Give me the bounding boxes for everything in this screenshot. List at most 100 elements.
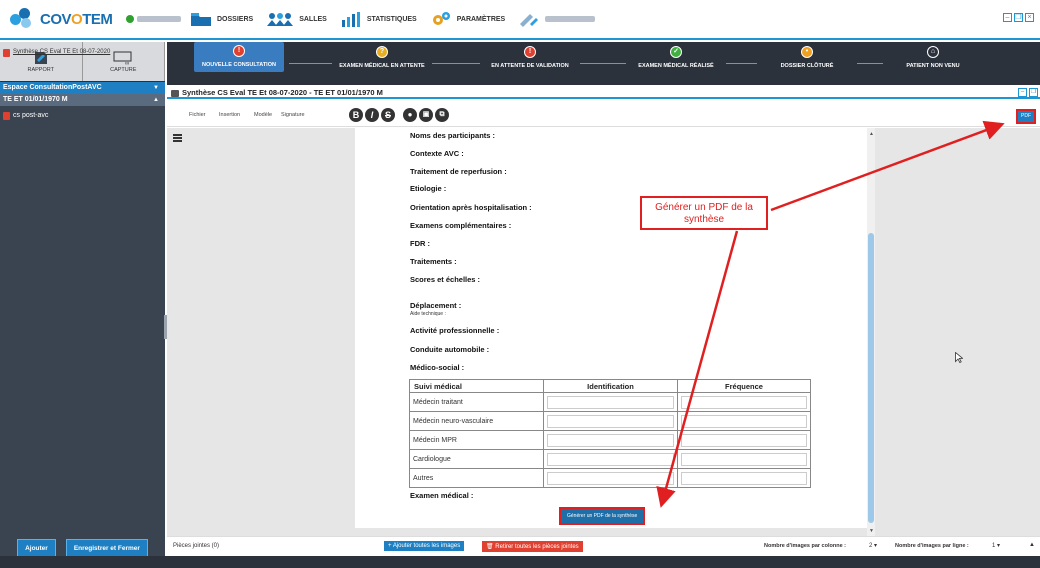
- form-field-label: Activité professionnelle :: [410, 326, 500, 335]
- frequence-input[interactable]: [681, 471, 807, 485]
- table-header: Identification: [543, 379, 678, 393]
- menu-redacted[interactable]: [518, 11, 596, 27]
- tools-icon: [518, 11, 540, 27]
- vertical-scrollbar[interactable]: ▲ ▼: [867, 128, 875, 536]
- table-cell: [543, 430, 678, 450]
- menu-parametres[interactable]: PARAMÈTRES: [430, 11, 505, 27]
- identification-input[interactable]: [547, 395, 674, 409]
- menu-dossiers[interactable]: DOSSIERS: [190, 11, 253, 27]
- caret-down-icon: ▼: [153, 85, 159, 91]
- status-icon: !: [524, 46, 536, 58]
- identification-input[interactable]: [547, 471, 674, 485]
- editor-content-area: Aide technique : Suivi médical Identific…: [167, 128, 1040, 536]
- document-page[interactable]: Aide technique : Suivi médical Identific…: [355, 128, 867, 528]
- italic-button[interactable]: I: [365, 108, 379, 122]
- strikethrough-button[interactable]: S: [381, 108, 395, 122]
- identification-input[interactable]: [547, 414, 674, 428]
- workflow-step-label: PATIENT NON VENU: [906, 63, 960, 69]
- copy-icon[interactable]: ⧉: [435, 108, 449, 122]
- form-field-label: Orientation après hospitalisation :: [410, 203, 532, 212]
- frequence-input[interactable]: [681, 414, 807, 428]
- table-row: Cardiologue: [409, 449, 811, 469]
- logo-text: COVOTEM: [40, 10, 113, 28]
- section-espace-consultation[interactable]: Espace ConsultationPostAVC ▼: [0, 82, 165, 94]
- form-field-label: Etiologie :: [410, 184, 447, 193]
- table-cell-role: Médecin MPR: [409, 430, 544, 450]
- gears-icon: [430, 11, 452, 27]
- identification-input[interactable]: [547, 452, 674, 466]
- workflow-step[interactable]: ? EXAMEN MÉDICAL EN ATTENTE: [337, 46, 427, 69]
- table-row: Médecin traitant: [409, 392, 811, 412]
- menu-statistiques[interactable]: STATISTIQUES: [340, 11, 417, 27]
- deplacement-subfield: Aide technique :: [410, 311, 446, 317]
- restore-icon[interactable]: ❐: [1014, 13, 1023, 22]
- form-field-label: Noms des participants :: [410, 131, 496, 140]
- workflow-step[interactable]: ! EN ATTENTE DE VALIDATION: [485, 46, 575, 69]
- document-item[interactable]: cs post-avc: [3, 110, 165, 121]
- workflow-step[interactable]: ! NOUVELLE CONSULTATION: [194, 42, 284, 72]
- scroll-down-icon[interactable]: ▼: [869, 528, 874, 534]
- table-cell-role: Médecin neuro-vasculaire: [409, 411, 544, 431]
- workflow-step-label: EXAMEN MÉDICAL EN ATTENTE: [339, 63, 425, 69]
- scroll-up-icon[interactable]: ▲: [869, 131, 874, 137]
- app-window: COVOTEM DOSSIERS SALLES STATISTIQUES PAR…: [0, 0, 1040, 568]
- hamburger-menu-icon[interactable]: [173, 134, 182, 142]
- top-navigation-bar: COVOTEM DOSSIERS SALLES STATISTIQUES PAR…: [0, 0, 1040, 40]
- pdf-button[interactable]: PDF: [1016, 109, 1036, 124]
- form-field-label: Examens complémentaires :: [410, 221, 512, 230]
- close-icon[interactable]: ×: [1025, 13, 1034, 22]
- section-patient[interactable]: TE ET 01/01/1970 M ▲: [0, 94, 165, 106]
- tab-insertion[interactable]: Insertion: [219, 112, 240, 118]
- menu-label-redacted: [545, 16, 596, 22]
- tab-signature[interactable]: Signature: [281, 112, 305, 118]
- workflow-step[interactable]: ✓ EXAMEN MÉDICAL RÉALISÉ: [631, 46, 721, 69]
- table-cell: [543, 411, 678, 431]
- frequence-input[interactable]: [681, 452, 807, 466]
- workflow-connector: [289, 63, 332, 64]
- form-field-label: Contexte AVC :: [410, 149, 464, 158]
- table-cell: [677, 411, 811, 431]
- workflow-step[interactable]: ⌂ PATIENT NON VENU: [888, 46, 978, 69]
- pdf-file-icon: [3, 48, 10, 57]
- table-cell: [543, 468, 678, 488]
- workflow-connector: [726, 63, 757, 64]
- minimize-icon[interactable]: –: [1003, 13, 1012, 22]
- table-header: Fréquence: [677, 379, 811, 393]
- generate-pdf-button[interactable]: Générer un PDF de la synthèse: [558, 507, 646, 525]
- frequence-input[interactable]: [681, 433, 807, 447]
- capture-icon: ∞: [113, 51, 132, 65]
- menu-salles[interactable]: SALLES: [266, 11, 327, 27]
- status-dot-icon: [126, 15, 135, 23]
- logo-icon: [10, 8, 34, 30]
- users-group-icon: [266, 11, 294, 27]
- remove-all-attachments-button[interactable]: 🗑 Retirer toutes les pièces jointes: [482, 541, 583, 552]
- image-icon[interactable]: ▣: [419, 108, 433, 122]
- images-per-line-select[interactable]: 1 ▾: [992, 542, 1000, 549]
- status-icon: •: [801, 46, 813, 58]
- annotation-callout: Générer un PDF de la synthèse: [640, 196, 768, 230]
- field-examen-medical: Examen médical :: [410, 491, 474, 500]
- frequence-input[interactable]: [681, 395, 807, 409]
- workflow-step-label: DOSSIER CLÔTURÉ: [780, 63, 834, 69]
- tab-fichier[interactable]: Fichier: [189, 112, 206, 118]
- minimize-icon[interactable]: –: [1018, 88, 1027, 97]
- table-header: Suivi médical: [409, 379, 544, 393]
- images-per-column-select[interactable]: 2 ▾: [869, 542, 877, 549]
- mouse-cursor-icon: [955, 352, 963, 363]
- form-field-label: Déplacement :: [410, 301, 462, 310]
- user-icon[interactable]: ●: [403, 108, 417, 122]
- identification-input[interactable]: [547, 433, 674, 447]
- bold-button[interactable]: B: [349, 108, 363, 122]
- table-cell: [677, 468, 811, 488]
- document-item-selected[interactable]: Synthèse CS Eval TE Et 08-07-2020: [3, 47, 110, 58]
- editor-toolbar: Fichier Insertion Modèle Signature B I S…: [167, 103, 1040, 127]
- scroll-up-icon[interactable]: ▲: [1029, 542, 1035, 548]
- scrollbar-thumb[interactable]: [868, 233, 874, 523]
- tab-modele[interactable]: Modèle: [254, 112, 272, 118]
- workflow-step[interactable]: • DOSSIER CLÔTURÉ: [762, 46, 852, 69]
- add-all-images-button[interactable]: + Ajouter toutes les images: [384, 541, 465, 551]
- covotem-logo[interactable]: COVOTEM: [10, 8, 182, 30]
- form-field-label: FDR :: [410, 239, 430, 248]
- table-cell: [543, 449, 678, 469]
- maximize-icon[interactable]: ❐: [1029, 88, 1038, 97]
